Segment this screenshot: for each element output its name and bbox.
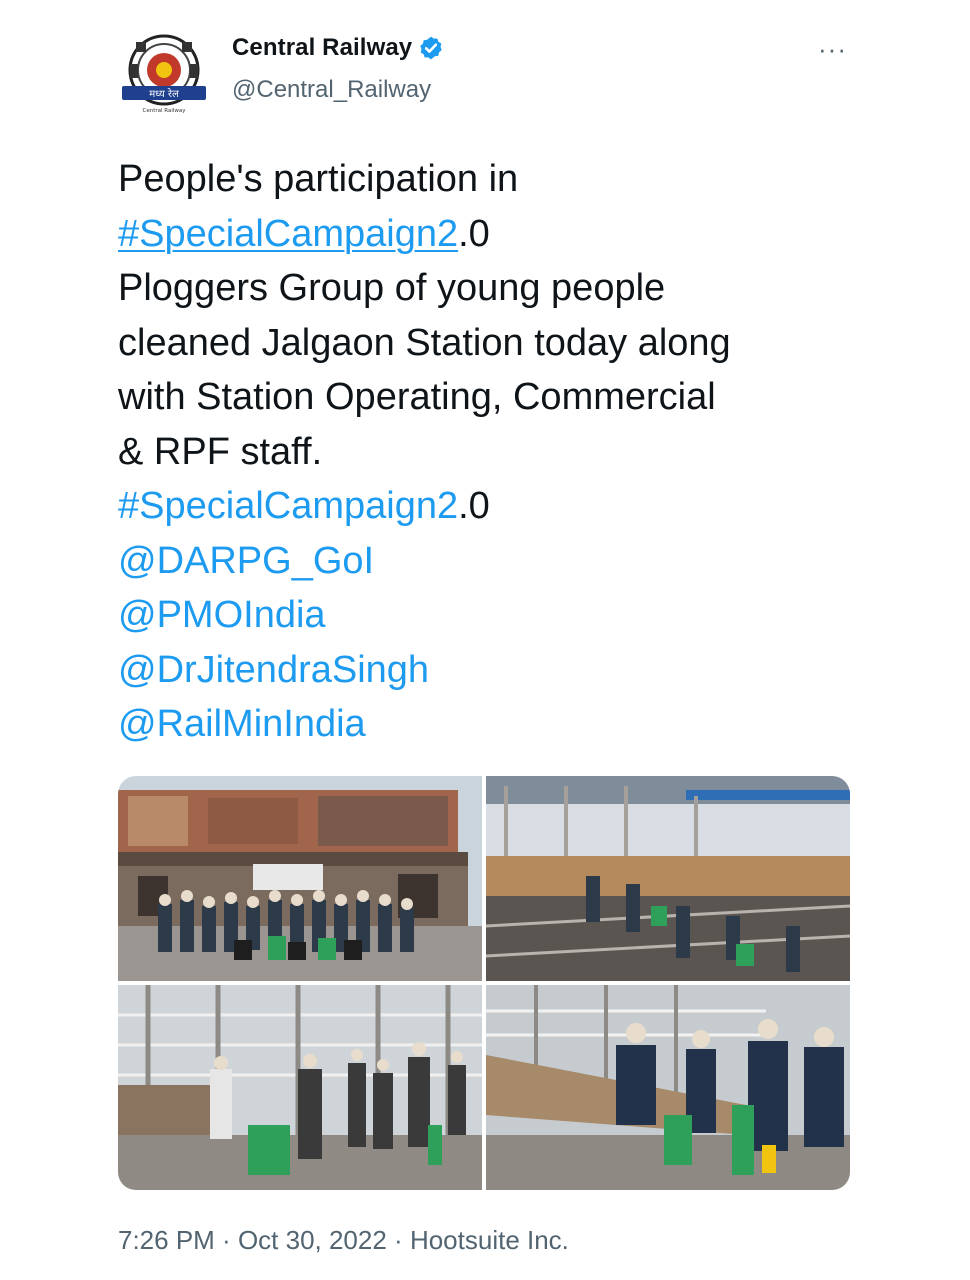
mention-link[interactable]: @DARPG_GoI bbox=[118, 540, 374, 582]
tweet-line: @DrJitendraSingh bbox=[118, 643, 858, 698]
handle[interactable]: @Central_Railway bbox=[232, 76, 431, 104]
tweet-time[interactable]: 7:26 PM bbox=[118, 1225, 215, 1255]
hashtag-link[interactable]: #SpecialCampaign2 bbox=[118, 213, 458, 255]
tweet-line: with Station Operating, Commercial bbox=[118, 376, 716, 418]
track-cleaning-photo bbox=[486, 776, 850, 981]
tweet-photo[interactable] bbox=[118, 776, 482, 981]
tweet-card: मध्य रेल Central Railway Central Railway… bbox=[0, 0, 970, 1280]
separator: · bbox=[214, 1225, 238, 1255]
tweet-date[interactable]: Oct 30, 2022 bbox=[238, 1225, 387, 1255]
mention-link[interactable]: @PMOIndia bbox=[118, 594, 326, 636]
tweet-line: & RPF staff. bbox=[118, 430, 323, 473]
svg-text:मध्य रेल: मध्य रेल bbox=[149, 88, 179, 100]
tweet-photo[interactable] bbox=[486, 776, 850, 981]
tweet-meta: 7:26 PM · Oct 30, 2022 · Hootsuite Inc. bbox=[118, 1225, 569, 1256]
tweet-photo[interactable] bbox=[118, 985, 482, 1190]
separator: · bbox=[386, 1225, 410, 1255]
tweet-line: Ploggers Group of young people bbox=[118, 267, 666, 309]
hashtag-link[interactable]: #SpecialCampaign2 bbox=[118, 485, 458, 527]
hashtag-suffix: .0 bbox=[458, 212, 490, 255]
station-group-photo bbox=[118, 776, 482, 981]
tweet-line: People's participation in bbox=[118, 158, 519, 200]
author-name-row[interactable]: Central Railway bbox=[232, 34, 444, 62]
fence-cleaning-photo bbox=[118, 985, 482, 1190]
tweet-text: People's participation in #SpecialCampai… bbox=[118, 152, 858, 752]
tweet-line: @RailMinIndia bbox=[118, 697, 858, 752]
svg-text:Central Railway: Central Railway bbox=[142, 108, 186, 114]
tweet-source[interactable]: Hootsuite Inc. bbox=[410, 1225, 569, 1255]
verified-badge-icon bbox=[418, 35, 444, 61]
tweet-line: cleaned Jalgaon Station today along bbox=[118, 321, 731, 364]
tweet-line: @DARPG_GoI bbox=[118, 534, 858, 589]
tweet-line: #SpecialCampaign2.0 bbox=[118, 207, 858, 262]
tweet-line: @PMOIndia bbox=[118, 588, 858, 643]
tweet-line: #SpecialCampaign2.0 bbox=[118, 479, 858, 534]
central-railway-logo-icon: मध्य रेल Central Railway bbox=[122, 34, 206, 114]
walkway-volunteers-photo bbox=[486, 985, 850, 1190]
more-options-icon[interactable]: ··· bbox=[818, 34, 847, 65]
display-name[interactable]: Central Railway bbox=[232, 34, 412, 62]
mention-link[interactable]: @RailMinIndia bbox=[118, 703, 366, 745]
mention-link[interactable]: @DrJitendraSingh bbox=[118, 649, 429, 691]
tweet-photo[interactable] bbox=[486, 985, 850, 1190]
media-grid bbox=[118, 776, 850, 1190]
avatar[interactable]: मध्य रेल Central Railway bbox=[118, 30, 210, 122]
hashtag-suffix: .0 bbox=[458, 485, 490, 527]
